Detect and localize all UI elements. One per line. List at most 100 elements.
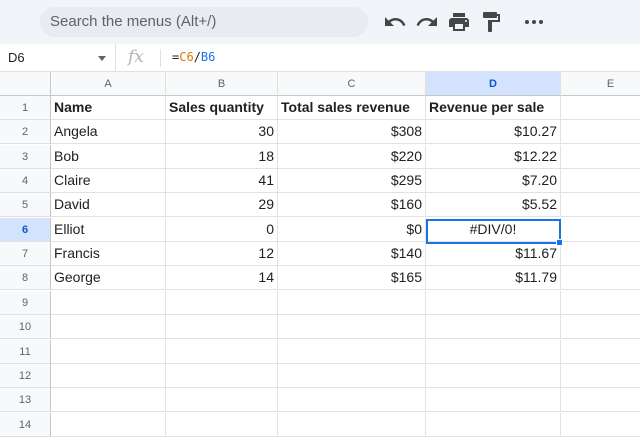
cell-c3[interactable]: $220	[278, 144, 426, 169]
cell-c5[interactable]: $160	[278, 193, 426, 218]
cell-e8[interactable]	[561, 266, 640, 291]
column-header-d[interactable]: D	[426, 72, 561, 96]
cell-a9[interactable]	[51, 290, 166, 315]
column-header-a[interactable]: A	[51, 72, 166, 96]
cell-e3[interactable]	[561, 145, 640, 169]
cell-b12[interactable]	[166, 363, 278, 388]
cell-e1[interactable]	[561, 96, 640, 120]
row-header-2[interactable]: 2	[0, 120, 51, 145]
cell-e14[interactable]	[561, 413, 640, 437]
cell-e10[interactable]	[561, 315, 640, 340]
print-icon[interactable]	[447, 10, 471, 34]
cell-a4[interactable]: Claire	[51, 169, 166, 194]
column-header-c[interactable]: C	[278, 72, 426, 96]
row-header-11[interactable]: 11	[0, 339, 51, 364]
cell-c1[interactable]: Total sales revenue	[278, 96, 426, 120]
cell-e6[interactable]	[561, 218, 640, 242]
row-header-4[interactable]: 4	[0, 169, 51, 194]
chevron-down-icon[interactable]	[98, 56, 106, 61]
cell-e7[interactable]	[561, 242, 640, 267]
row-header-9[interactable]: 9	[0, 290, 51, 315]
cell-c11[interactable]	[278, 339, 426, 364]
cell-b8[interactable]: 14	[166, 266, 278, 291]
cell-d4[interactable]: $7.20	[426, 169, 561, 194]
cell-a12[interactable]	[51, 363, 166, 388]
cell-a3[interactable]: Bob	[51, 144, 166, 169]
row-header-3[interactable]: 3	[0, 144, 51, 169]
cell-b1[interactable]: Sales quantity	[166, 96, 278, 120]
row-header-7[interactable]: 7	[0, 242, 51, 267]
cell-d14[interactable]	[426, 412, 561, 437]
row-header-5[interactable]: 5	[0, 193, 51, 218]
cell-d1[interactable]: Revenue per sale	[426, 96, 561, 120]
cell-e4[interactable]	[561, 169, 640, 194]
formula-input[interactable]: =C6/B6	[172, 50, 215, 64]
cell-d10[interactable]	[426, 315, 561, 340]
cell-e2[interactable]	[561, 120, 640, 145]
cell-b5[interactable]: 29	[166, 193, 278, 218]
more-icon[interactable]	[522, 10, 546, 34]
cell-c14[interactable]	[278, 412, 426, 437]
cell-e13[interactable]	[561, 388, 640, 413]
cell-b2[interactable]: 30	[166, 120, 278, 145]
cell-a1[interactable]: Name	[51, 96, 166, 120]
cell-d2[interactable]: $10.27	[426, 120, 561, 145]
cell-c6[interactable]: $0	[278, 217, 426, 242]
cell-b11[interactable]	[166, 339, 278, 364]
cell-e9[interactable]	[561, 291, 640, 315]
cell-a5[interactable]: David	[51, 193, 166, 218]
search-menus-input[interactable]: Search the menus (Alt+/)	[40, 7, 368, 37]
row-header-12[interactable]: 12	[0, 363, 51, 388]
cell-a8[interactable]: George	[51, 266, 166, 291]
cell-c8[interactable]: $165	[278, 266, 426, 291]
column-header-b[interactable]: B	[166, 72, 278, 96]
paint-format-icon[interactable]	[479, 10, 503, 34]
column-header-e[interactable]: E	[561, 72, 640, 96]
cell-d13[interactable]	[426, 388, 561, 413]
cell-d7[interactable]: $11.67	[426, 242, 561, 267]
row-header-14[interactable]: 14	[0, 412, 51, 437]
cell-c7[interactable]: $140	[278, 242, 426, 267]
cell-a14[interactable]	[51, 412, 166, 437]
cell-a6[interactable]: Elliot	[51, 217, 166, 242]
cell-e5[interactable]	[561, 193, 640, 218]
cell-a11[interactable]	[51, 339, 166, 364]
cell-d8[interactable]: $11.79	[426, 266, 561, 291]
cell-a10[interactable]	[51, 315, 166, 340]
cell-d11[interactable]	[426, 339, 561, 364]
cell-d3[interactable]: $12.22	[426, 144, 561, 169]
cell-a7[interactable]: Francis	[51, 242, 166, 267]
cell-b3[interactable]: 18	[166, 144, 278, 169]
cell-b10[interactable]	[166, 315, 278, 340]
cell-b6[interactable]: 0	[166, 217, 278, 242]
cell-e11[interactable]	[561, 340, 640, 364]
row-header-6[interactable]: 6	[0, 217, 51, 242]
fill-handle[interactable]	[556, 239, 563, 246]
cell-d6[interactable]: #DIV/0!	[426, 217, 561, 242]
cell-c9[interactable]	[278, 290, 426, 315]
cell-d5[interactable]: $5.52	[426, 193, 561, 218]
cell-c4[interactable]: $295	[278, 169, 426, 194]
cell-b4[interactable]: 41	[166, 169, 278, 194]
cell-a13[interactable]	[51, 388, 166, 413]
cell-b13[interactable]	[166, 388, 278, 413]
row-header-1[interactable]: 1	[0, 96, 51, 120]
cell-b7[interactable]: 12	[166, 242, 278, 267]
cell-e12[interactable]	[561, 364, 640, 388]
cell-c10[interactable]	[278, 315, 426, 340]
cell-d9[interactable]	[426, 290, 561, 315]
select-all-corner[interactable]	[0, 72, 51, 96]
row-header-13[interactable]: 13	[0, 388, 51, 413]
cell-b9[interactable]	[166, 290, 278, 315]
redo-icon[interactable]	[415, 10, 439, 34]
cell-d12[interactable]	[426, 363, 561, 388]
cell-b14[interactable]	[166, 412, 278, 437]
row-header-8[interactable]: 8	[0, 266, 51, 291]
cell-a2[interactable]: Angela	[51, 120, 166, 145]
cell-c2[interactable]: $308	[278, 120, 426, 145]
row-header-10[interactable]: 10	[0, 315, 51, 340]
name-box[interactable]: D6	[0, 44, 116, 72]
undo-icon[interactable]	[383, 10, 407, 34]
cell-c13[interactable]	[278, 388, 426, 413]
cell-c12[interactable]	[278, 363, 426, 388]
